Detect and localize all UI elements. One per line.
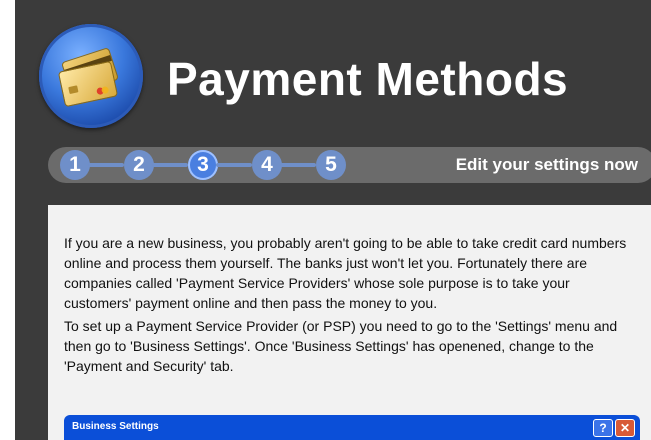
step-3-button[interactable]: 3 [188,150,218,180]
window-title: Business Settings [72,421,159,432]
step-connector [280,163,316,167]
step-connector [216,163,252,167]
step-4-button[interactable]: 4 [252,150,282,180]
close-icon[interactable]: ✕ [615,419,635,437]
content-area: If you are a new business, you probably … [48,205,651,440]
step-1-button[interactable]: 1 [60,150,90,180]
step-2-button[interactable]: 2 [124,150,154,180]
instructions-paragraph: To set up a Payment Service Provider (or… [64,318,618,374]
tutorial-panel: Payment Methods 1 2 3 4 5 Edit your sett… [15,0,651,440]
page: Payment Methods 1 2 3 4 5 Edit your sett… [0,0,651,440]
step-progress-bar: 1 2 3 4 5 Edit your settings now [48,147,651,183]
step-connector [88,163,124,167]
intro-paragraph: If you are a new business, you probably … [64,235,627,311]
step-connector [152,163,188,167]
credit-card-icon [39,24,143,128]
step-5-button[interactable]: 5 [316,150,346,180]
page-title: Payment Methods [167,53,569,105]
business-settings-screenshot: Business Settings ? ✕ [64,415,640,440]
help-icon[interactable]: ? [593,419,613,437]
edit-settings-link[interactable]: Edit your settings now [456,155,638,175]
